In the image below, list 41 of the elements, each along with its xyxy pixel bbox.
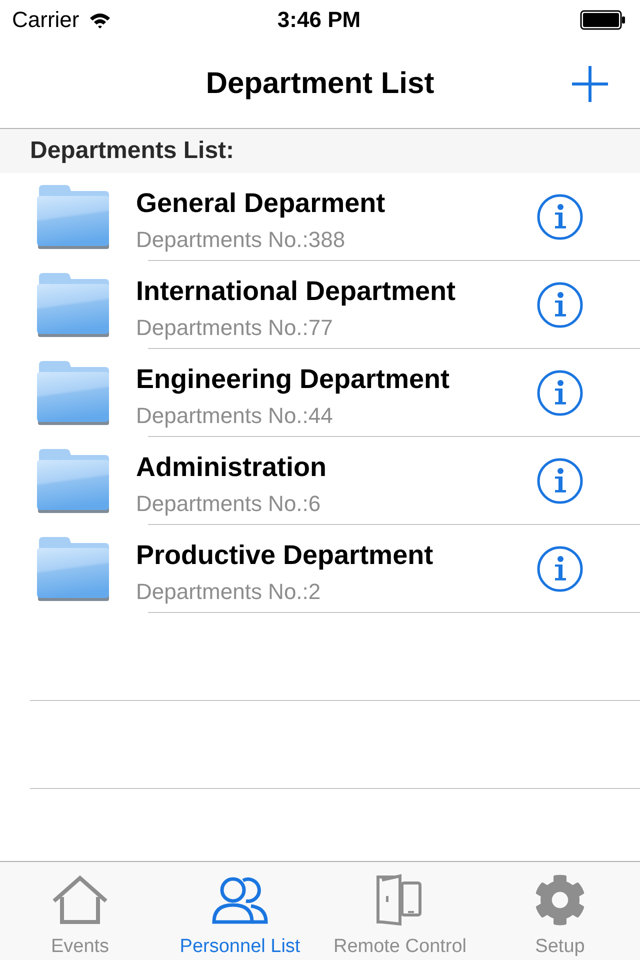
wifi-icon: [89, 12, 112, 28]
folder-icon: [36, 448, 110, 514]
carrier-name: Carrier: [12, 7, 80, 33]
department-name: Productive Department: [136, 539, 434, 571]
battery-icon: [580, 10, 626, 30]
info-button[interactable]: [536, 193, 584, 241]
gear-icon: [534, 874, 586, 926]
info-button[interactable]: [536, 369, 584, 417]
department-count: Departments No.:77: [136, 315, 334, 341]
department-name: International Department: [136, 275, 457, 307]
add-button[interactable]: [570, 64, 610, 104]
tab-bar-item[interactable]: Personnel List: [160, 862, 320, 960]
info-icon: [536, 369, 584, 417]
info-icon: [536, 457, 584, 505]
people-icon: [212, 876, 268, 924]
door-phone-icon: [376, 874, 424, 926]
tab-bar-item[interactable]: Remote Control: [320, 862, 480, 960]
plus-icon: [572, 66, 608, 102]
info-button[interactable]: [536, 457, 584, 505]
folder-icon: [36, 184, 110, 250]
folder-icon: [36, 272, 110, 338]
info-button[interactable]: [536, 545, 584, 593]
info-icon: [536, 545, 584, 593]
department-name: Engineering Department: [136, 363, 451, 395]
department-count: Departments No.:388: [136, 227, 346, 253]
tab-bar-item[interactable]: Setup: [480, 862, 640, 960]
folder-icon: [36, 360, 110, 426]
info-icon: [536, 193, 584, 241]
info-icon: [536, 281, 584, 329]
department-name: General Deparment: [136, 187, 386, 219]
department-count: Departments No.:2: [136, 579, 322, 605]
info-button[interactable]: [536, 281, 584, 329]
department-count: Departments No.:6: [136, 491, 322, 517]
department-count: Departments No.:44: [136, 403, 334, 429]
tab-bar-item[interactable]: Events: [0, 862, 160, 960]
department-name: Administration: [136, 451, 328, 483]
nav-title: Department List: [206, 67, 434, 101]
status-time: 3:46 PM: [277, 7, 361, 33]
house-icon: [52, 875, 108, 925]
section-header: Departments List:: [0, 129, 640, 173]
folder-icon: [36, 536, 110, 602]
